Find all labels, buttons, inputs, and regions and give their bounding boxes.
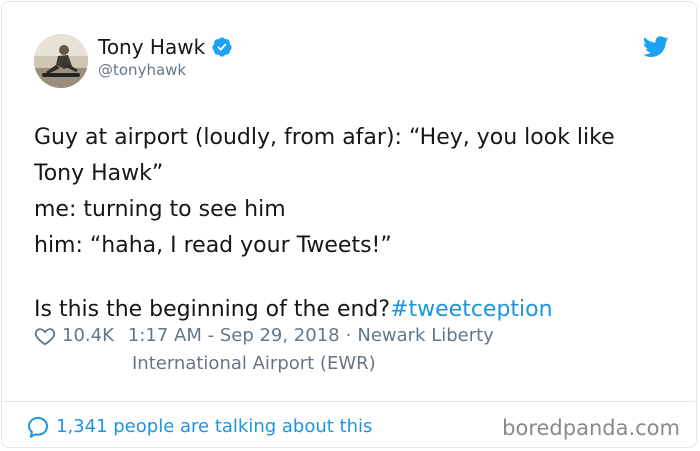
twitter-bird-icon[interactable]: [643, 36, 669, 58]
comment-bubble-icon: [27, 416, 49, 439]
avatar[interactable]: [34, 34, 88, 88]
verified-badge-icon: [211, 36, 233, 58]
footer-divider: [3, 401, 695, 402]
heart-icon[interactable]: [34, 325, 56, 347]
tweet-last-line-text: Is this the beginning of the end?: [34, 297, 391, 322]
tweet-line: Guy at airport (loudly, from afar): “Hey…: [34, 125, 615, 150]
hashtag-link[interactable]: #tweetception: [390, 297, 553, 322]
tweet-location[interactable]: Newark Liberty: [357, 322, 493, 350]
author-row: Tony Hawk: [98, 34, 233, 60]
tweet-meta: 10.4K 1:17 AM - Sep 29, 2018 · Newark Li…: [34, 322, 654, 378]
talking-text[interactable]: 1,341 people are talking about this: [56, 414, 372, 440]
avatar-photo-icon: [34, 34, 88, 88]
like-count[interactable]: 10.4K: [62, 322, 114, 350]
tweet-location-continued[interactable]: International Airport (EWR): [34, 350, 654, 378]
talking-link[interactable]: 1,341 people are talking about this: [26, 414, 372, 440]
tweet-line: Tony Hawk”: [34, 161, 164, 186]
tweet-text: Guy at airport (loudly, from afar): “Hey…: [34, 120, 684, 328]
author-handle[interactable]: @tonyhawk: [98, 60, 186, 80]
tweet-card: Tony Hawk @tonyhawk Guy at airport (loud…: [1, 1, 697, 448]
tweet-line: him: “haha, I read your Tweets!”: [34, 233, 392, 258]
tweet-line: me: turning to see him: [34, 197, 286, 222]
meta-row: 10.4K 1:17 AM - Sep 29, 2018 · Newark Li…: [34, 322, 654, 350]
author-name[interactable]: Tony Hawk: [98, 34, 205, 60]
watermark: boredpanda.com: [502, 416, 680, 440]
meta-separator: ·: [345, 325, 352, 346]
tweet-timestamp[interactable]: 1:17 AM - Sep 29, 2018: [128, 322, 340, 350]
